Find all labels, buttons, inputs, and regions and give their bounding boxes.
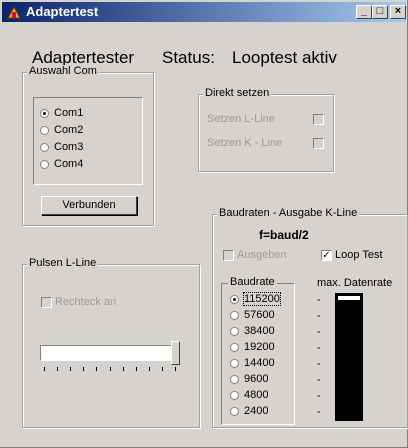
radio-button-icon: [230, 407, 239, 416]
radio-button-icon: [230, 295, 239, 304]
status-label: Status:: [162, 48, 215, 67]
max-rate-progress-bar: [335, 293, 363, 421]
baudrate-label: Baudrate: [228, 276, 277, 288]
loop-test-label: Loop Test: [335, 249, 383, 261]
direkt-group-label: Direkt setzen: [203, 87, 272, 99]
max-rate-progress-fill: [338, 296, 360, 300]
baud-group-label: Baudraten - Ausgabe K-Line: [217, 207, 360, 219]
slider-tick: [149, 367, 150, 371]
setzen-k-line-checkbox[interactable]: [313, 138, 324, 149]
rate-dash: -: [317, 406, 321, 418]
minimize-button[interactable]: _: [356, 5, 372, 19]
status-value: Looptest aktiv: [232, 48, 337, 67]
app-icon: [7, 5, 21, 19]
slider-tick: [57, 367, 58, 371]
rate-dash: -: [317, 310, 321, 322]
rate-dash: -: [317, 342, 321, 354]
pulse-slider-thumb[interactable]: [171, 341, 180, 365]
window-title: Adaptertest: [26, 4, 99, 19]
rate-dash: -: [317, 294, 321, 306]
close-button[interactable]: ×: [390, 5, 406, 19]
app-window: Adaptertest _ □ × Adaptertester Status: …: [0, 0, 408, 448]
radio-button-icon: [40, 126, 49, 135]
maximize-button[interactable]: □: [372, 5, 388, 19]
rechteck-checkbox[interactable]: [41, 297, 52, 308]
ausgeben-checkbox[interactable]: [223, 250, 234, 261]
rechteck-label: Rechteck an: [55, 296, 117, 308]
com-group-label: Auswahl Com: [27, 65, 99, 77]
radio-button-icon: [230, 343, 239, 352]
radio-button-icon: [230, 359, 239, 368]
direkt-group: Direkt setzen Setzen L-Line Setzen K - L…: [198, 87, 334, 172]
setzen-l-line-label: Setzen L-Line: [207, 113, 275, 125]
com-group: Auswahl Com Com1 Com2 Com3 Com4 Verbunde…: [22, 65, 154, 226]
rate-dash: -: [317, 358, 321, 370]
slider-tick: [96, 367, 97, 371]
rate-dash: -: [317, 374, 321, 386]
radio-button-icon: [40, 109, 49, 118]
slider-tick: [123, 367, 124, 371]
radio-button-icon: [40, 143, 49, 152]
title-bar[interactable]: Adaptertest _ □ ×: [2, 2, 406, 22]
slider-tick: [162, 367, 163, 371]
pulse-slider-track[interactable]: [40, 345, 180, 361]
baudrate-box: Baudrate 115200 57600 38400 19200 14400: [221, 276, 295, 425]
radio-button-icon: [230, 391, 239, 400]
connect-button[interactable]: Verbunden: [41, 196, 137, 215]
setzen-k-line-label: Setzen K - Line: [207, 137, 283, 149]
radio-button-icon: [40, 160, 49, 169]
baud-group: Baudraten - Ausgabe K-Line f=baud/2 Ausg…: [212, 207, 408, 428]
slider-tick: [136, 367, 137, 371]
radio-button-icon: [230, 375, 239, 384]
loop-test-checkbox[interactable]: ✓: [321, 250, 332, 261]
radio-button-icon: [230, 311, 239, 320]
rate-dash: -: [317, 390, 321, 402]
setzen-l-line-checkbox[interactable]: [313, 114, 324, 125]
slider-tick: [175, 367, 176, 371]
rate-dash: -: [317, 326, 321, 338]
slider-tick: [110, 367, 111, 371]
pulsen-group: Pulsen L-Line Rechteck an: [22, 257, 200, 428]
baud-formula: f=baud/2: [259, 228, 309, 242]
ausgeben-label: Ausgeben: [237, 249, 287, 261]
radio-button-icon: [230, 327, 239, 336]
max-rate-label: max. Datenrate: [317, 277, 393, 289]
slider-tick: [70, 367, 71, 371]
slider-tick: [44, 367, 45, 371]
com-option-box: Com1 Com2 Com3 Com4: [33, 97, 143, 185]
slider-tick: [83, 367, 84, 371]
pulsen-group-label: Pulsen L-Line: [27, 257, 99, 269]
